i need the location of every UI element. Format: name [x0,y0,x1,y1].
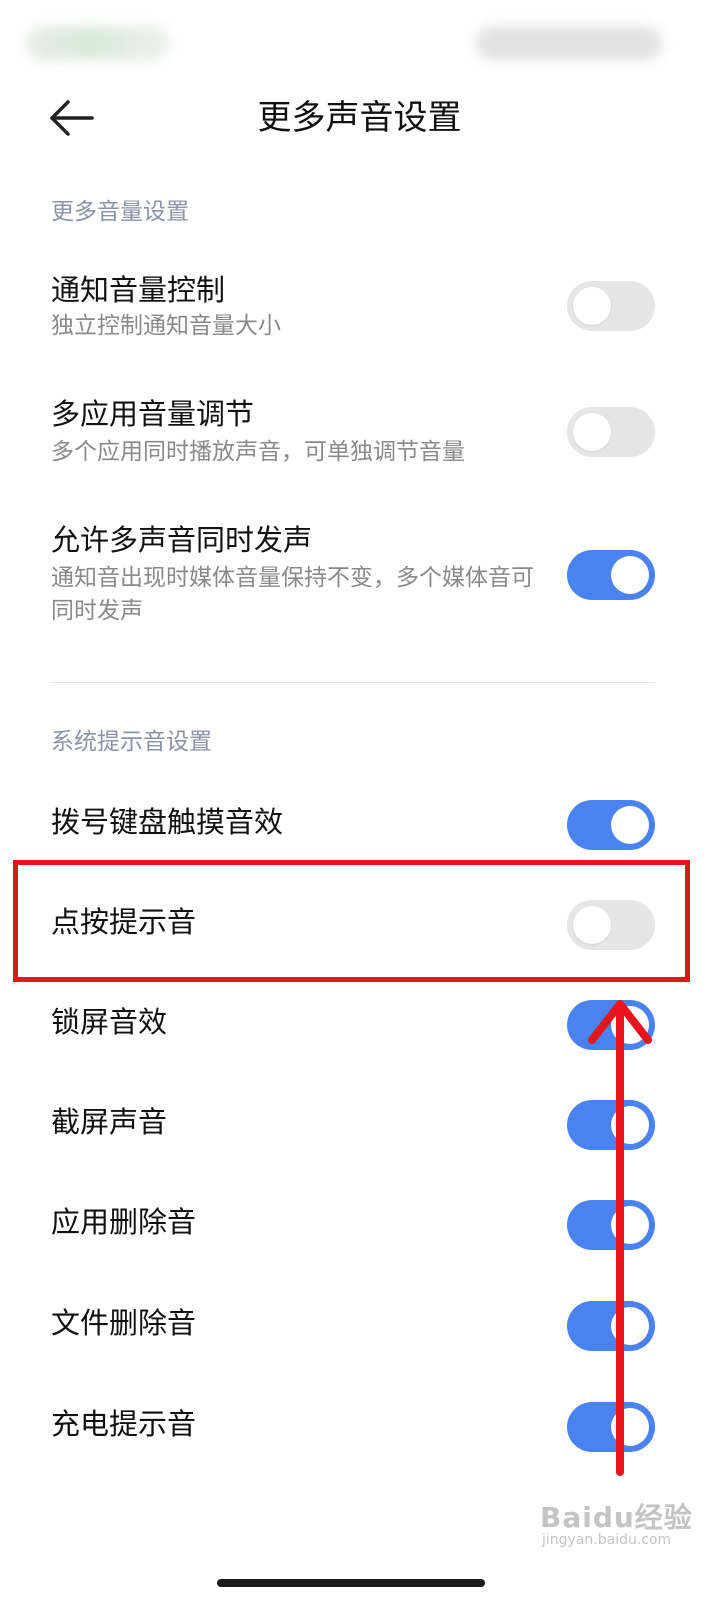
setting-subtitle: 通知音出现时媒体音量保持不变，多个媒体音可同时发声 [51,565,534,624]
status-bar [0,0,719,70]
toggle-switch[interactable] [567,550,655,600]
toggle-knob [611,1106,649,1144]
setting-title: 锁屏音效 [51,1005,168,1039]
setting-title: 文件删除音 [51,1306,197,1340]
toggle-knob [611,1307,649,1345]
setting-title: 多应用音量调节 [51,397,255,431]
home-indicator[interactable] [217,1579,485,1587]
toggle-knob [611,1408,649,1446]
toggle-knob [611,556,649,594]
section-header-volume: 更多音量设置 [51,199,189,225]
toggle-switch[interactable] [567,281,655,331]
toggle-switch[interactable] [567,407,655,457]
watermark-brand: Baidu经验 [540,1501,693,1534]
page-title: 更多声音设置 [257,98,462,138]
baidu-watermark: Baidu经验 jingyan.baidu.com [540,1496,700,1556]
setting-subtitle: 独立控制通知音量大小 [51,313,281,339]
toggle-switch[interactable] [567,1100,655,1150]
setting-subtitle: 多个应用同时播放声音，可单独调节音量 [51,439,465,465]
setting-title: 截屏声音 [51,1105,168,1139]
toggle-knob [573,287,611,325]
setting-title: 允许多声音同时发声 [51,523,313,557]
annotation-highlight-box [13,860,690,982]
status-bar-left-blurred [26,26,170,60]
setting-title: 应用删除音 [51,1205,197,1239]
section-header-system-sounds: 系统提示音设置 [51,729,212,755]
setting-title: 充电提示音 [51,1407,197,1441]
toggle-knob [573,413,611,451]
toggle-knob [611,1206,649,1244]
status-bar-right-blurred [476,26,662,60]
toggle-switch[interactable] [567,1301,655,1351]
toggle-knob [611,806,649,844]
toggle-switch[interactable] [567,1200,655,1250]
toggle-switch[interactable] [567,1000,655,1050]
toggle-switch[interactable] [567,1402,655,1452]
section-divider [51,682,655,683]
toggle-switch[interactable] [567,800,655,850]
toggle-knob [611,1006,649,1044]
setting-title: 拨号键盘触摸音效 [51,805,284,839]
watermark-site: jingyan.baidu.com [542,1532,672,1548]
setting-title: 通知音量控制 [51,273,226,307]
